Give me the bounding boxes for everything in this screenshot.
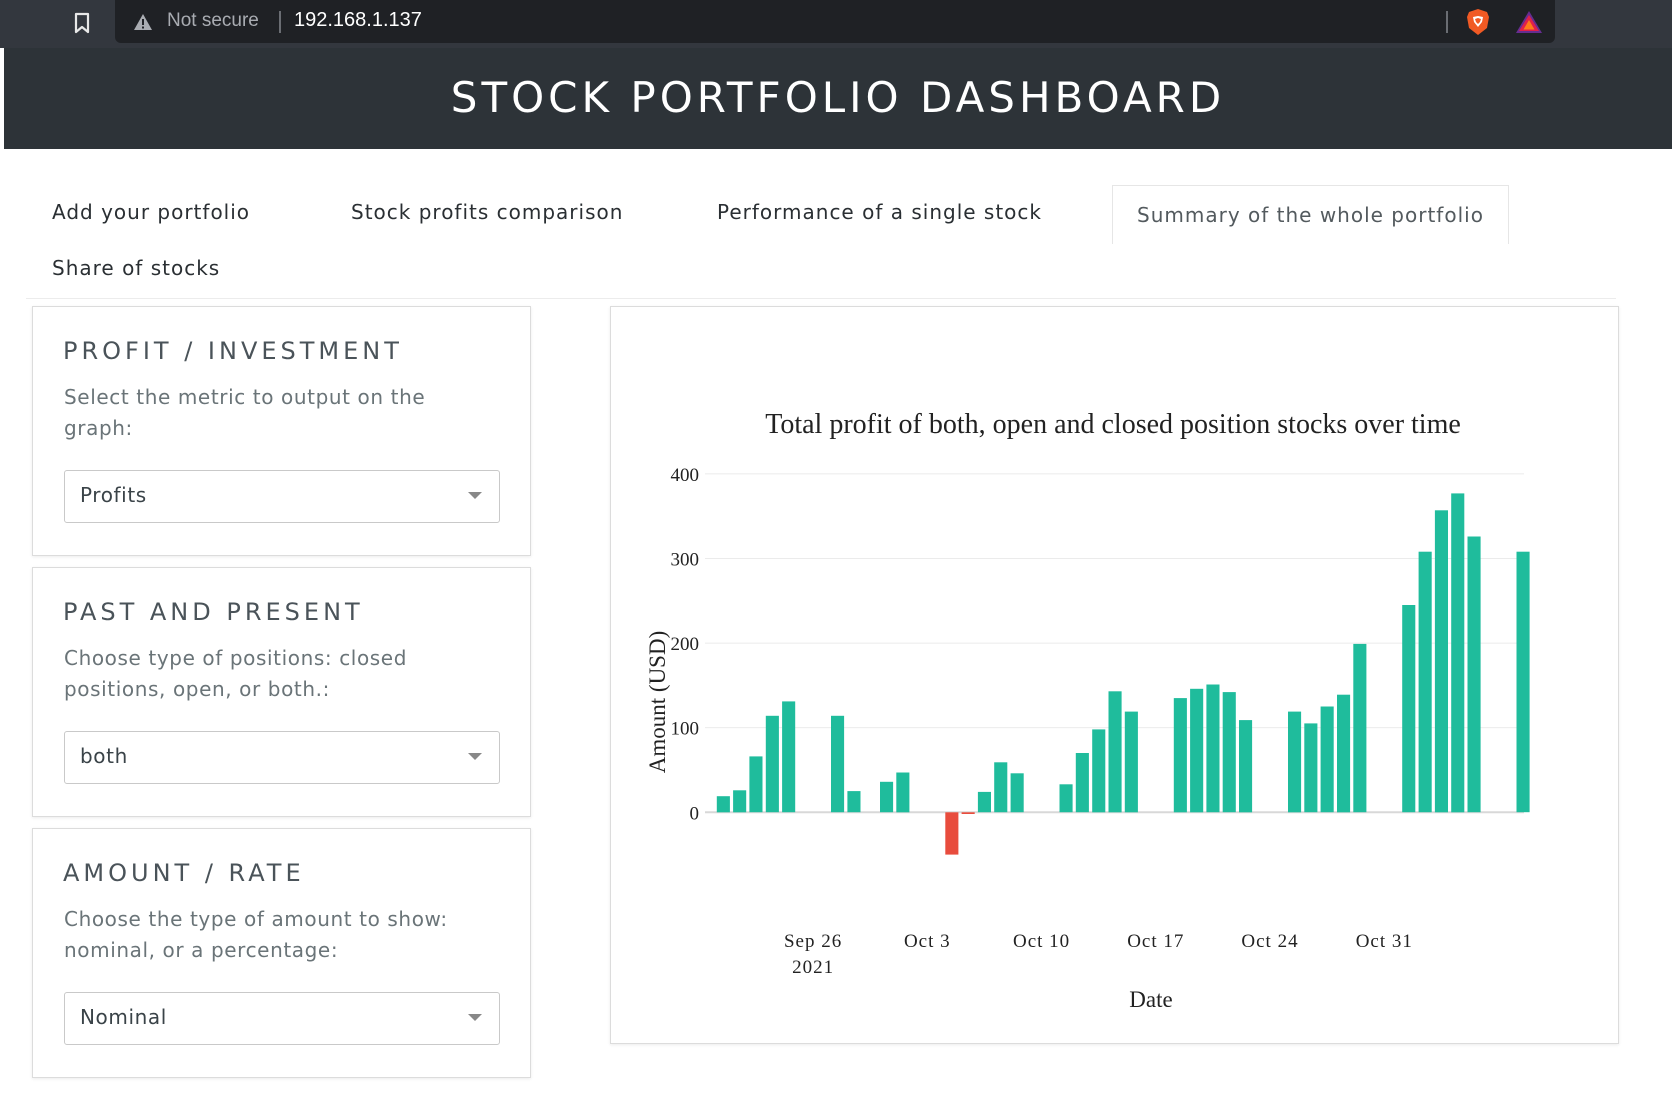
- dropdown-value: Nominal: [80, 1005, 167, 1029]
- bar[interactable]: [733, 790, 747, 813]
- bar[interactable]: [1434, 510, 1448, 813]
- tab-add-portfolio[interactable]: Add your portfolio: [52, 200, 250, 224]
- page-title: STOCK PORTFOLIO DASHBOARD: [450, 73, 1226, 122]
- bar[interactable]: [716, 796, 730, 813]
- dropdown-value: both: [80, 744, 128, 768]
- bar[interactable]: [1239, 720, 1253, 813]
- y-tick-label: 400: [671, 465, 700, 486]
- bar[interactable]: [749, 756, 763, 813]
- chart-card: Total profit of both, open and closed po…: [610, 306, 1619, 1044]
- warning-icon: [134, 14, 152, 30]
- card-description: Choose the type of amount to show: nomin…: [64, 907, 448, 962]
- security-status[interactable]: Not secure: [167, 10, 259, 32]
- bar[interactable]: [1222, 692, 1236, 813]
- chevron-down-icon: [468, 753, 482, 760]
- url-divider: [279, 11, 281, 33]
- bar[interactable]: [1320, 706, 1334, 813]
- y-tick-label: 300: [671, 550, 700, 571]
- y-tick-label: 0: [690, 803, 700, 824]
- x-tick-label: Oct 17: [1127, 931, 1184, 952]
- card-title: PAST AND PRESENT: [63, 598, 364, 626]
- x-tick-label: Oct 31: [1356, 931, 1413, 952]
- bookmark-icon[interactable]: [72, 12, 92, 34]
- bar[interactable]: [1010, 773, 1024, 813]
- bar[interactable]: [1059, 784, 1073, 813]
- bar[interactable]: [961, 812, 975, 814]
- bar[interactable]: [1108, 691, 1122, 813]
- x-tick-label: Oct 10: [1013, 931, 1070, 952]
- y-axis-title: Amount (USD): [645, 631, 670, 773]
- tab-single-stock-performance[interactable]: Performance of a single stock: [717, 200, 1042, 224]
- bar[interactable]: [994, 762, 1008, 813]
- x-tick-label: Oct 24: [1241, 931, 1298, 952]
- x-axis-title: Date: [1129, 987, 1172, 1012]
- bar[interactable]: [847, 791, 861, 813]
- chevron-down-icon: [468, 1014, 482, 1021]
- bar[interactable]: [1092, 729, 1106, 813]
- x-tick-label: Sep 26: [784, 931, 842, 952]
- metric-dropdown[interactable]: Profits: [64, 470, 500, 523]
- bar[interactable]: [1288, 711, 1302, 813]
- bar[interactable]: [896, 772, 910, 813]
- card-title: PROFIT / INVESTMENT: [63, 337, 403, 365]
- tab-portfolio-summary[interactable]: Summary of the whole portfolio: [1112, 185, 1509, 244]
- bar[interactable]: [880, 781, 894, 813]
- bar[interactable]: [831, 715, 845, 813]
- past-present-card: PAST AND PRESENT Choose type of position…: [32, 567, 531, 817]
- bar[interactable]: [1173, 698, 1187, 813]
- bar[interactable]: [1516, 551, 1530, 813]
- chart-title: Total profit of both, open and closed po…: [765, 409, 1461, 440]
- chevron-down-icon: [468, 492, 482, 499]
- address-bar[interactable]: Not secure 192.168.1.137: [115, 0, 1555, 43]
- positions-dropdown[interactable]: both: [64, 731, 500, 784]
- x-tick-label: Oct 3: [904, 931, 951, 952]
- browser-toolbar: Not secure 192.168.1.137: [0, 0, 1672, 48]
- bar[interactable]: [1190, 688, 1204, 813]
- amount-type-dropdown[interactable]: Nominal: [64, 992, 500, 1045]
- y-tick-label: 200: [671, 634, 700, 655]
- brave-shields-icon[interactable]: [1465, 8, 1491, 36]
- x-tick-sublabel: 2021: [792, 957, 834, 978]
- bar[interactable]: [765, 715, 779, 813]
- profit-investment-card: PROFIT / INVESTMENT Select the metric to…: [32, 306, 531, 556]
- tabs-divider: [26, 298, 1616, 299]
- bar[interactable]: [782, 701, 796, 813]
- app-header: STOCK PORTFOLIO DASHBOARD: [4, 48, 1672, 149]
- bar[interactable]: [945, 812, 959, 855]
- tab-share-of-stocks[interactable]: Share of stocks: [52, 256, 220, 280]
- dropdown-value: Profits: [80, 483, 147, 507]
- url-text[interactable]: 192.168.1.137: [294, 9, 422, 32]
- card-title: AMOUNT / RATE: [63, 859, 305, 887]
- bar[interactable]: [1402, 605, 1416, 813]
- extensions-divider: [1446, 11, 1448, 33]
- profit-bar-chart: Total profit of both, open and closed po…: [645, 409, 1530, 1012]
- bar[interactable]: [977, 791, 991, 813]
- bar[interactable]: [1451, 493, 1465, 813]
- bar[interactable]: [1337, 694, 1351, 813]
- y-tick-label: 100: [671, 719, 700, 740]
- amount-rate-card: AMOUNT / RATE Choose the type of amount …: [32, 828, 531, 1078]
- bar[interactable]: [1206, 684, 1220, 813]
- bar[interactable]: [1467, 536, 1481, 813]
- card-description: Select the metric to output on the graph…: [64, 385, 426, 440]
- bar[interactable]: [1418, 551, 1432, 813]
- bar[interactable]: [1304, 723, 1318, 813]
- card-description: Choose type of positions: closed positio…: [64, 646, 408, 701]
- brave-rewards-icon[interactable]: [1515, 10, 1543, 34]
- bar[interactable]: [1124, 711, 1138, 813]
- bar[interactable]: [1353, 643, 1367, 813]
- tab-stock-profits-comparison[interactable]: Stock profits comparison: [351, 200, 623, 224]
- bar[interactable]: [1075, 753, 1089, 813]
